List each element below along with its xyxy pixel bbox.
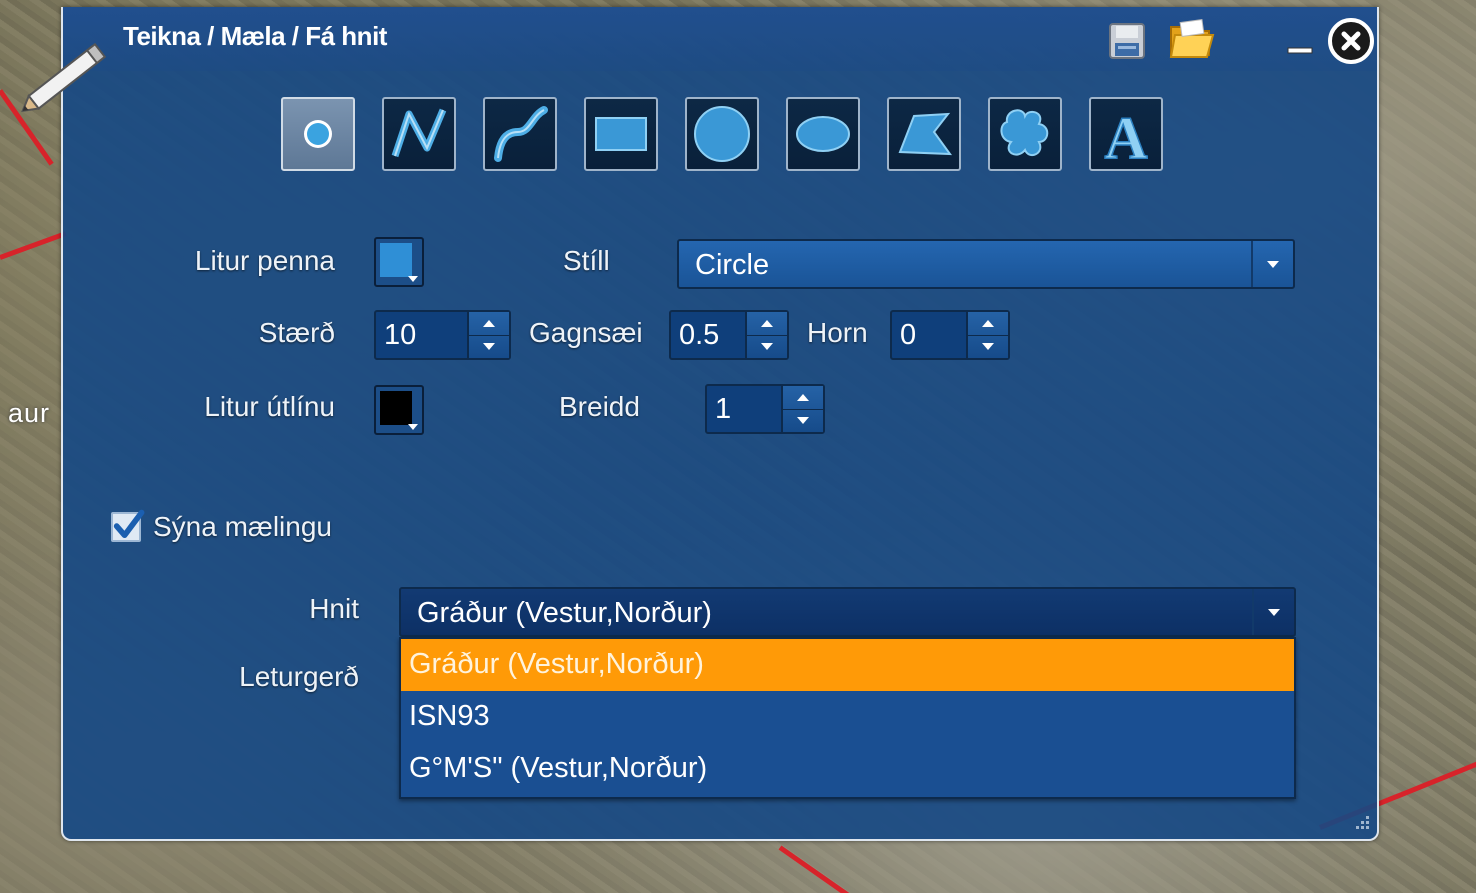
size-label: Stærð	[258, 317, 335, 348]
outline-color-label: Litur útlínu	[204, 391, 335, 422]
width-stepper[interactable]	[705, 384, 825, 434]
pen-color-swatch	[380, 243, 412, 277]
size-decrement-button[interactable]	[469, 335, 509, 358]
coords-option-degrees[interactable]: Gráður (Vestur,Norður)	[401, 639, 1294, 691]
angle-stepper[interactable]	[890, 310, 1010, 360]
width-decrement-button[interactable]	[783, 409, 823, 432]
resize-grip-icon[interactable]	[1351, 813, 1371, 833]
pencil-icon	[21, 42, 107, 113]
size-stepper-buttons	[467, 312, 509, 358]
dialog-title: Teikna / Mæla / Fá hnit	[123, 21, 387, 51]
style-dropdown-button[interactable]	[1251, 241, 1293, 287]
close-icon[interactable]	[1327, 17, 1375, 65]
open-folder-icon[interactable]	[1167, 15, 1215, 63]
checkmark-icon	[113, 509, 145, 539]
style-label: Stíll	[563, 245, 610, 276]
pen-color-picker[interactable]	[374, 237, 424, 287]
chevron-down-icon	[1268, 608, 1280, 616]
opacity-increment-button[interactable]	[747, 312, 787, 336]
pen-color-label: Litur penna	[194, 245, 335, 276]
chevron-down-icon	[1267, 260, 1279, 268]
font-label: Leturgerð	[239, 661, 359, 692]
width-label: Breidd	[559, 391, 640, 422]
angle-input[interactable]	[892, 312, 970, 358]
coords-option-isn93[interactable]: ISN93	[401, 691, 1294, 743]
road-line	[778, 845, 897, 893]
coords-select-value: Gráður (Vestur,Norður)	[417, 597, 712, 629]
width-stepper-buttons	[781, 386, 823, 432]
polygon-tool[interactable]	[887, 97, 961, 171]
width-increment-button[interactable]	[783, 386, 823, 410]
polyline-icon	[391, 108, 447, 158]
rectangle-icon	[595, 117, 647, 151]
chevron-down-icon	[761, 343, 773, 350]
opacity-label: Gagnsæi	[529, 317, 643, 348]
polyline-tool[interactable]	[382, 97, 456, 171]
opacity-stepper-buttons	[745, 312, 787, 358]
opacity-stepper[interactable]	[669, 310, 789, 360]
angle-stepper-buttons	[966, 312, 1008, 358]
chevron-up-icon	[483, 320, 495, 327]
size-input[interactable]	[376, 312, 471, 358]
minimize-icon[interactable]	[1285, 35, 1315, 55]
freehand-line-tool[interactable]	[483, 97, 557, 171]
chevron-up-icon	[797, 394, 809, 401]
svg-text:A: A	[1104, 105, 1147, 166]
chevron-down-icon	[483, 343, 495, 350]
chevron-down-icon	[408, 424, 418, 430]
polygon-icon	[898, 112, 953, 156]
text-tool[interactable]: A	[1089, 97, 1163, 171]
opacity-decrement-button[interactable]	[747, 335, 787, 358]
coords-option-dms[interactable]: G°M'S" (Vestur,Norður)	[401, 743, 1294, 795]
width-input[interactable]	[707, 386, 785, 432]
save-icon[interactable]	[1107, 21, 1147, 61]
size-increment-button[interactable]	[469, 312, 509, 336]
point-icon	[304, 120, 332, 148]
chevron-down-icon	[797, 417, 809, 424]
dialog-titlebar[interactable]: Teikna / Mæla / Fá hnit	[63, 7, 1377, 71]
angle-decrement-button[interactable]	[968, 335, 1008, 358]
point-tool[interactable]	[281, 97, 355, 171]
size-stepper[interactable]	[374, 310, 511, 360]
coords-label: Hnit	[309, 593, 359, 624]
outline-color-picker[interactable]	[374, 385, 424, 435]
coords-dropdown-button[interactable]	[1252, 589, 1294, 635]
chevron-down-icon	[408, 276, 418, 282]
freehand-polygon-tool[interactable]	[988, 97, 1062, 171]
show-measurement-label[interactable]: Sýna mælingu	[153, 511, 332, 543]
map-place-label: aur	[8, 398, 51, 428]
angle-increment-button[interactable]	[968, 312, 1008, 336]
opacity-input[interactable]	[671, 312, 749, 358]
draw-measure-dialog: Teikna / Mæla / Fá hnit A Litur penna St…	[21, 7, 1379, 841]
style-select-value: Circle	[695, 249, 770, 281]
chevron-down-icon	[982, 343, 994, 350]
chevron-up-icon	[761, 320, 773, 327]
freehand-line-icon	[494, 106, 548, 162]
coords-select[interactable]: Gráður (Vestur,Norður)	[399, 587, 1296, 637]
style-select[interactable]: Circle	[677, 239, 1295, 289]
circle-tool[interactable]	[685, 97, 759, 171]
freehand-polygon-icon	[1000, 109, 1049, 157]
circle-icon	[694, 106, 750, 162]
show-measurement-checkbox[interactable]	[111, 509, 145, 542]
outline-color-swatch	[380, 391, 412, 425]
chevron-up-icon	[982, 320, 994, 327]
text-icon: A	[1104, 104, 1149, 166]
ellipse-tool[interactable]	[786, 97, 860, 171]
ellipse-icon	[796, 116, 850, 152]
angle-label: Horn	[807, 317, 868, 348]
coords-dropdown-list: Gráður (Vestur,Norður) ISN93 G°M'S" (Ves…	[399, 637, 1296, 799]
road-line	[0, 231, 67, 260]
rectangle-tool[interactable]	[584, 97, 658, 171]
